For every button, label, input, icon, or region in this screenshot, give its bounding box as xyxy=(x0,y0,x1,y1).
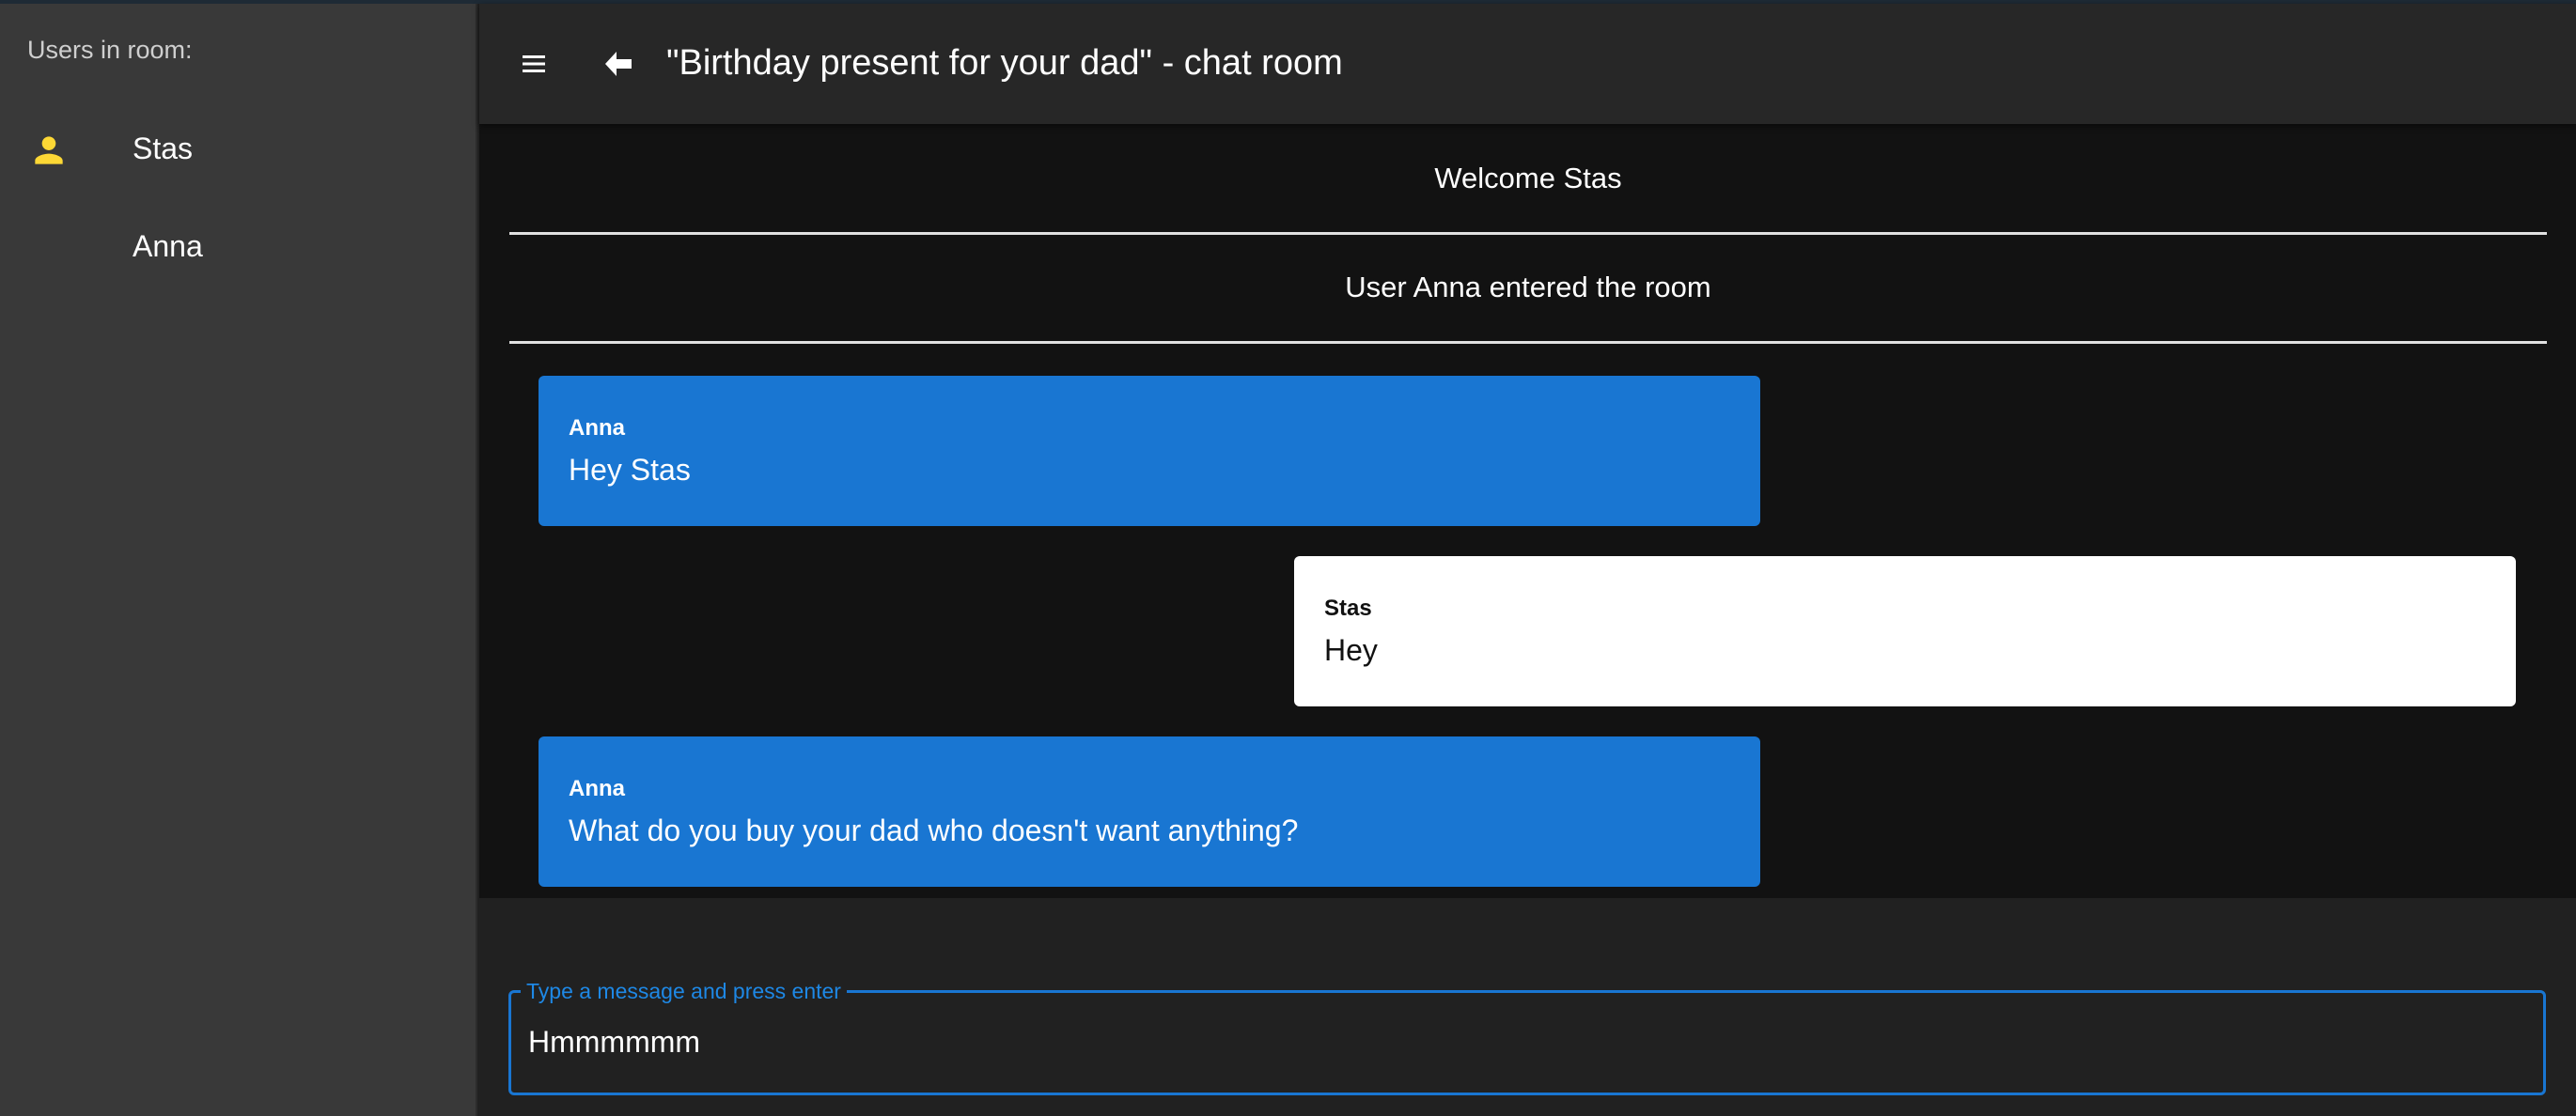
divider xyxy=(509,232,2547,235)
user-name: Stas xyxy=(133,132,194,165)
message-input[interactable] xyxy=(528,1014,2521,1070)
back-arrow-icon xyxy=(605,52,632,76)
system-message: User Anna entered the room xyxy=(1345,271,1711,303)
chat-app: Users in room: Stas Anna "Birthday prese… xyxy=(0,0,2576,1116)
hamburger-menu-icon xyxy=(523,55,545,72)
app-header: "Birthday present for your dad" - chat r… xyxy=(479,4,2576,124)
user-name: Anna xyxy=(133,229,203,263)
sidebar-title: Users in room: xyxy=(27,36,193,64)
back-button[interactable] xyxy=(594,36,650,92)
message-text: What do you buy your dad who doesn't wan… xyxy=(569,814,1299,847)
user-list-item[interactable]: Anna xyxy=(0,199,476,293)
message-bubble: Anna Hey Stas xyxy=(539,376,1760,526)
chat-messages: Welcome Stas User Anna entered the room … xyxy=(479,124,2576,898)
message-sender: Anna xyxy=(569,776,625,801)
message-text: Hey Stas xyxy=(569,453,691,487)
menu-button[interactable] xyxy=(502,36,558,92)
message-sender: Anna xyxy=(569,415,625,441)
message-composer: Type a message and press enter xyxy=(508,978,2546,1095)
message-sender: Stas xyxy=(1324,596,1372,621)
divider xyxy=(509,341,2547,344)
users-sidebar: Users in room: Stas Anna xyxy=(0,4,477,1116)
message-bubble: Stas Hey xyxy=(1294,556,2516,706)
system-message: Welcome Stas xyxy=(1434,162,1622,194)
message-bubble: Anna What do you buy your dad who doesn'… xyxy=(539,736,1760,887)
message-input-label: Type a message and press enter xyxy=(521,978,847,1004)
person-icon xyxy=(28,130,70,171)
message-text: Hey xyxy=(1324,633,1378,667)
user-list-item[interactable]: Stas xyxy=(0,101,476,195)
room-title: "Birthday present for your dad" - chat r… xyxy=(666,43,1343,83)
